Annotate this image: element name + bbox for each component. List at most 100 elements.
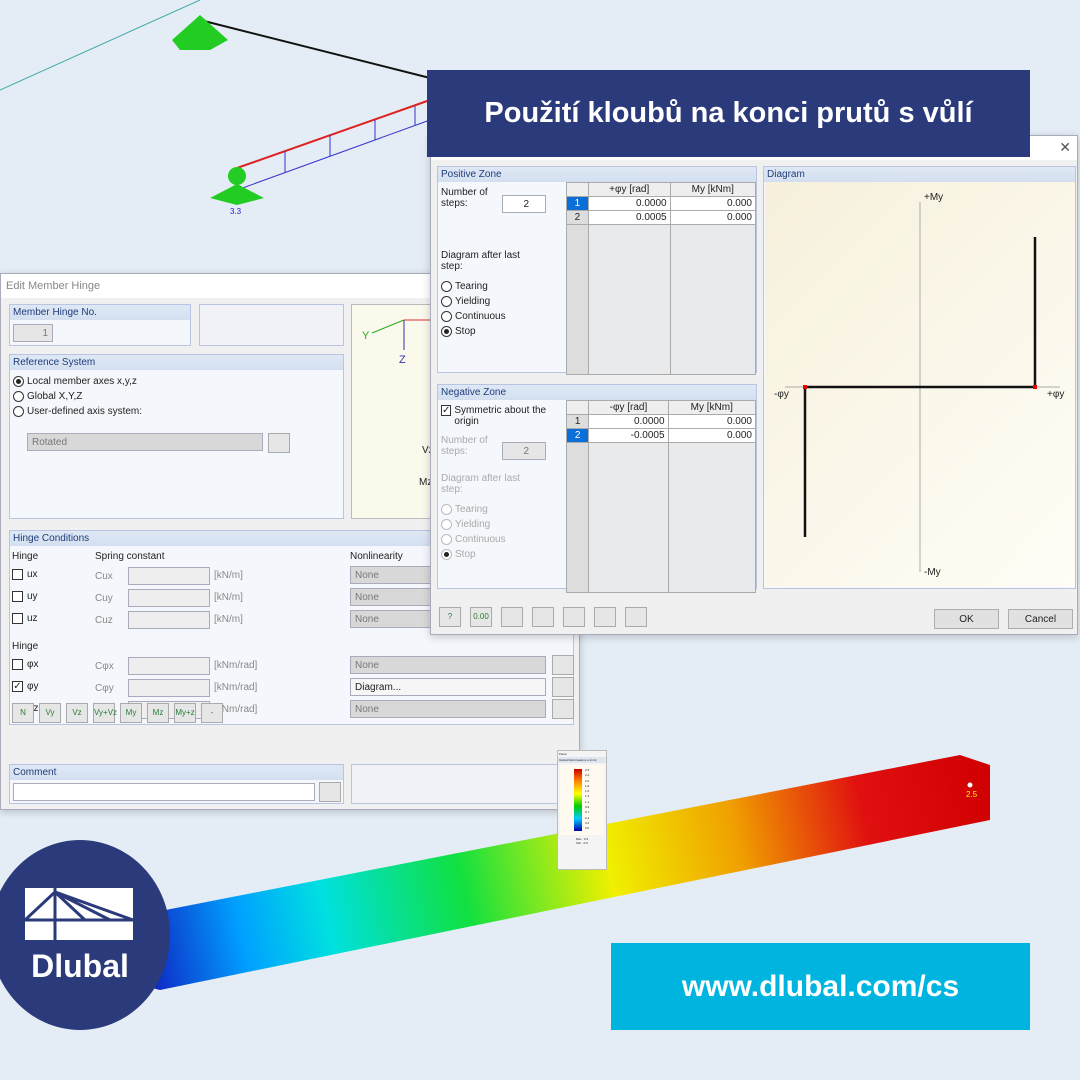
release-0-button[interactable]: N: [12, 703, 34, 723]
comment-group: Comment: [9, 764, 344, 804]
group-title: Comment: [10, 765, 343, 780]
negative-zone-group: Negative Zone ✓ Symmetric about the origi…: [437, 384, 757, 593]
info-group: [351, 764, 576, 804]
save-icon[interactable]: [532, 607, 554, 627]
hinge-no-group: Member Hinge No. 1: [9, 304, 191, 346]
spring-constant-input[interactable]: [128, 611, 210, 629]
close-icon[interactable]: ✕: [1059, 139, 1071, 156]
radio-local-axes[interactable]: Local member axes x,y,z: [13, 376, 340, 387]
edit-axis-button[interactable]: [268, 433, 290, 453]
positive-zone-group: Positive Zone Number of steps: 2 Diagram…: [437, 166, 757, 375]
column-header: My [kNm]: [667, 400, 757, 415]
edit-nonlinearity-button[interactable]: [552, 677, 574, 697]
release-3-button[interactable]: Vy+Vz: [93, 703, 117, 723]
spring-label: Cuz: [95, 615, 113, 626]
diagram-group: Diagram +My -My -φy +φy: [763, 166, 1076, 589]
hinge-no-field[interactable]: 1: [13, 324, 53, 342]
export-excel-icon[interactable]: [563, 607, 585, 627]
radio-continuous[interactable]: Continuous: [441, 311, 506, 322]
unit-label: [kNm/rad]: [214, 682, 258, 693]
reference-system-group: Reference System Local member axes x,y,z…: [9, 354, 344, 519]
group-title: Reference System: [10, 355, 343, 370]
axis-label: -My: [924, 567, 941, 578]
unit-label: [kN/m]: [214, 614, 243, 625]
negative-zone-table[interactable]: -φy [rad] My [kNm] 1 0.0000 0.000 2 -0.0005 0.0…: [565, 400, 757, 593]
radio-yielding[interactable]: Yielding: [441, 519, 506, 530]
moment-rotation-diagram: [765, 182, 1075, 587]
release-7-button[interactable]: -: [201, 703, 223, 723]
spring-constant-input[interactable]: [128, 679, 210, 697]
title-banner: Použití kloubů na konci prutů s vůlí: [427, 70, 1030, 157]
url-banner[interactable]: www.dlubal.com/cs: [611, 943, 1030, 1030]
table-row[interactable]: 1 0.0000 0.000: [565, 414, 757, 429]
hinge-checkbox-0[interactable]: ux: [12, 569, 38, 580]
release-5-button[interactable]: Mz: [147, 703, 169, 723]
ok-button[interactable]: OK: [934, 609, 999, 629]
table-row[interactable]: 1 0.0000 0.000: [566, 196, 757, 211]
import-excel-icon[interactable]: [594, 607, 616, 627]
table-row[interactable]: 2 0.0005 0.000: [566, 210, 757, 225]
spring-constant-input[interactable]: [128, 657, 210, 675]
color-scale: [574, 769, 582, 831]
group-title: Positive Zone: [438, 167, 756, 182]
table-icon[interactable]: [625, 607, 647, 627]
diagram-point: [803, 385, 807, 389]
column-header: [565, 400, 590, 415]
column-header: [566, 182, 589, 197]
radio-stop[interactable]: Stop: [441, 549, 506, 560]
description-group: [199, 304, 344, 346]
group-title: Negative Zone: [438, 385, 756, 400]
nonlinearity-select[interactable]: Diagram...: [350, 678, 546, 696]
radio-continuous[interactable]: Continuous: [441, 534, 506, 545]
group-title: Diagram: [764, 167, 1075, 182]
hinge-checkbox-2[interactable]: uz: [12, 613, 38, 624]
radio-tearing[interactable]: Tearing: [441, 281, 506, 292]
decimal-places-icon[interactable]: 0.00: [470, 607, 492, 627]
release-4-button[interactable]: My: [120, 703, 142, 723]
spring-constant-input[interactable]: [128, 589, 210, 607]
spring-label: Cφy: [95, 683, 114, 694]
support-label: 3.3: [230, 207, 242, 216]
hinge-checkbox-0[interactable]: φx: [12, 659, 38, 670]
axis-system-select[interactable]: Rotated: [27, 433, 263, 451]
release-1-button[interactable]: Vy: [39, 703, 61, 723]
release-6-button[interactable]: My+z: [174, 703, 196, 723]
negative-steps-stepper[interactable]: 2: [502, 442, 546, 460]
radio-user-axes[interactable]: User-defined axis system:: [13, 406, 340, 417]
spring-label: Cuy: [95, 593, 113, 604]
edit-nonlinearity-button[interactable]: [552, 699, 574, 719]
table-row[interactable]: 2 -0.0005 0.000: [565, 428, 757, 443]
column-header: -φy [rad]: [588, 400, 669, 415]
comment-input[interactable]: [13, 783, 315, 801]
spring-label: Cux: [95, 571, 113, 582]
axis-label: -φy: [774, 389, 789, 400]
diagram-point: [1033, 385, 1037, 389]
cancel-button[interactable]: Cancel: [1008, 609, 1073, 629]
nonlinearity-select[interactable]: None: [350, 700, 546, 718]
results-panel: Panel Global Deformations u [mm] 2.5 2.2 2…: [557, 750, 607, 870]
edit-nonlinearity-button[interactable]: [552, 655, 574, 675]
radio-stop[interactable]: Stop: [441, 326, 506, 337]
positive-zone-table[interactable]: +φy [rad] My [kNm] 1 0.0000 0.000 2 0.0005 0.00…: [566, 182, 757, 375]
spring-constant-input[interactable]: [128, 567, 210, 585]
unit-label: [kN/m]: [214, 592, 243, 603]
nonlinearity-select[interactable]: None: [350, 656, 546, 674]
symmetric-checkbox[interactable]: ✓ Symmetric about the origin: [441, 405, 561, 427]
radio-global-axes[interactable]: Global X,Y,Z: [13, 391, 340, 402]
radio-tearing[interactable]: Tearing: [441, 504, 506, 515]
radio-yielding[interactable]: Yielding: [441, 296, 506, 307]
open-folder-icon[interactable]: [501, 607, 523, 627]
axis-label: +My: [924, 192, 944, 203]
unit-label: [kN/m]: [214, 570, 243, 581]
comment-library-button[interactable]: [319, 782, 341, 802]
nonlinear-diagram-dialog: ✕ Positive Zone Number of steps: 2 Diagr…: [430, 135, 1078, 635]
release-2-button[interactable]: Vz: [66, 703, 88, 723]
group-title: Member Hinge No.: [10, 305, 190, 320]
support-icon: [210, 167, 264, 205]
hinge-checkbox-1[interactable]: ✓ φy: [12, 681, 38, 692]
unit-label: [kNm/rad]: [214, 660, 258, 671]
hinge-checkbox-1[interactable]: uy: [12, 591, 38, 602]
positive-steps-stepper[interactable]: 2: [502, 195, 546, 213]
help-icon[interactable]: ?: [439, 607, 461, 627]
beam-value-label: 2.5: [966, 790, 978, 799]
